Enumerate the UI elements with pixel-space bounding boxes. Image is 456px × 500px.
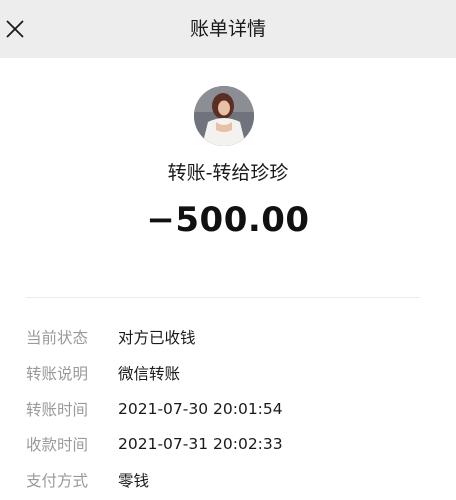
- detail-value: 微信转账: [118, 365, 181, 383]
- detail-row-payment-method: 支付方式 零钱: [26, 468, 436, 492]
- detail-label: 转账说明: [26, 365, 89, 383]
- detail-row-status: 当前状态 对方已收钱: [26, 325, 436, 349]
- close-button[interactable]: [0, 10, 30, 48]
- divider: [26, 297, 420, 298]
- close-icon: [6, 20, 24, 38]
- avatar-image: [194, 86, 254, 146]
- detail-row-note: 转账说明 微信转账: [26, 361, 436, 385]
- detail-value: 零钱: [118, 472, 150, 490]
- detail-value: 2021-07-30 20:01:54: [118, 400, 283, 418]
- detail-label: 当前状态: [26, 329, 89, 347]
- detail-label: 转账时间: [26, 401, 89, 419]
- detail-value: 2021-07-31 20:02:33: [118, 435, 283, 453]
- transfer-amount: −500.00: [146, 200, 310, 240]
- detail-row-transfer-time: 转账时间 2021-07-30 20:01:54: [26, 397, 436, 421]
- detail-value: 对方已收钱: [118, 329, 196, 347]
- detail-label: 收款时间: [26, 436, 89, 454]
- avatar[interactable]: [194, 86, 254, 146]
- detail-row-receive-time: 收款时间 2021-07-31 20:02:33: [26, 432, 436, 456]
- detail-label: 支付方式: [26, 472, 89, 490]
- transfer-title: 转账-转给珍珍: [167, 162, 289, 184]
- top-bar: 账单详情: [0, 0, 456, 58]
- page-title: 账单详情: [189, 18, 266, 40]
